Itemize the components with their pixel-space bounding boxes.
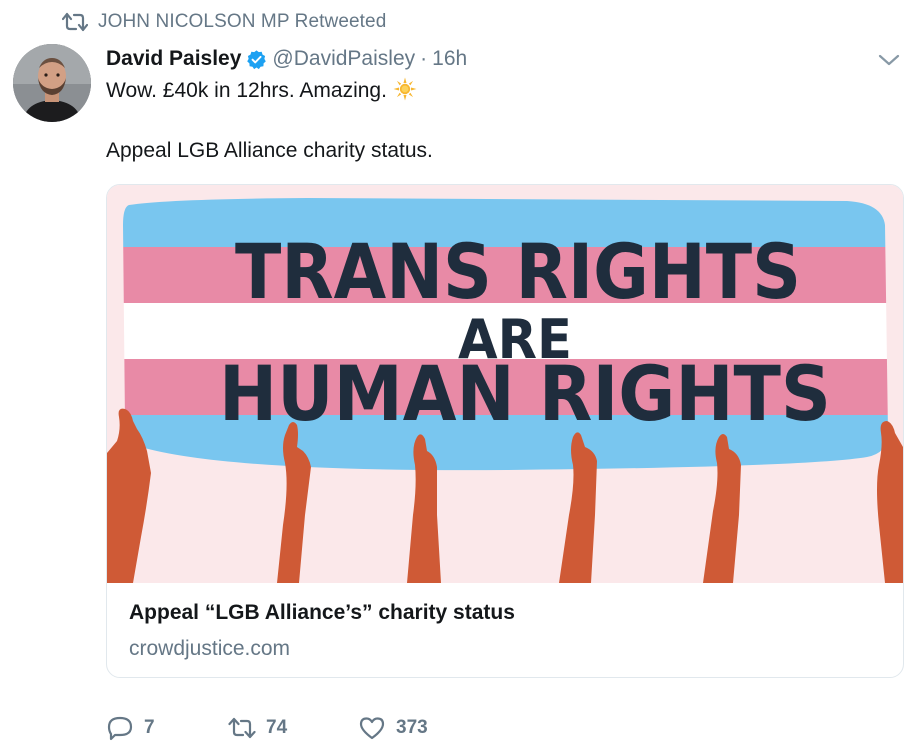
card-image: TRANS RIGHTS ARE HUMAN RIGHTS (107, 185, 903, 583)
avatar[interactable] (13, 44, 91, 122)
trans-rights-banner-illustration: TRANS RIGHTS ARE HUMAN RIGHTS (107, 185, 903, 583)
card-domain: crowdjustice.com (129, 637, 291, 660)
link-card[interactable]: TRANS RIGHTS ARE HUMAN RIGHTS Appeal “LG… (106, 184, 904, 678)
retweet-icon (62, 12, 88, 32)
like-button[interactable]: 373 (358, 715, 478, 741)
verified-badge-icon (247, 49, 267, 69)
author-display-name[interactable]: David Paisley (106, 47, 241, 71)
tweet-text-line2: Appeal LGB Alliance charity status. (106, 139, 433, 162)
heart-icon (359, 717, 385, 740)
avatar-image (13, 44, 91, 122)
sun-icon (393, 77, 417, 101)
reply-icon (107, 716, 133, 741)
chevron-down-icon[interactable] (876, 50, 902, 70)
retweet-context[interactable]: JOHN NICOLSON MP Retweeted (62, 9, 386, 35)
like-count: 373 (396, 717, 428, 738)
banner-line1: TRANS RIGHTS (235, 227, 801, 316)
header-separator: · (420, 47, 428, 70)
tweet-actions: 7 74 373 (106, 712, 478, 744)
retweet-icon (228, 717, 256, 739)
retweet-context-text: JOHN NICOLSON MP Retweeted (98, 11, 387, 32)
banner-line3: HUMAN RIGHTS (219, 349, 831, 438)
card-title: Appeal “LGB Alliance’s” charity status (129, 601, 515, 624)
reply-count: 7 (144, 717, 155, 738)
retweet-button[interactable]: 74 (228, 715, 358, 741)
author-handle[interactable]: @DavidPaisley (272, 47, 415, 71)
reply-button[interactable]: 7 (106, 715, 228, 741)
retweet-count: 74 (266, 717, 288, 738)
tweet-text-line1: Wow. £40k in 12hrs. Amazing. (106, 79, 387, 102)
tweet-text: Wow. £40k in 12hrs. Amazing. Appeal LGB … (106, 76, 433, 166)
tweet-header: David Paisley @DavidPaisley · 16h (106, 44, 467, 74)
tweet-timestamp[interactable]: 16h (432, 47, 467, 71)
